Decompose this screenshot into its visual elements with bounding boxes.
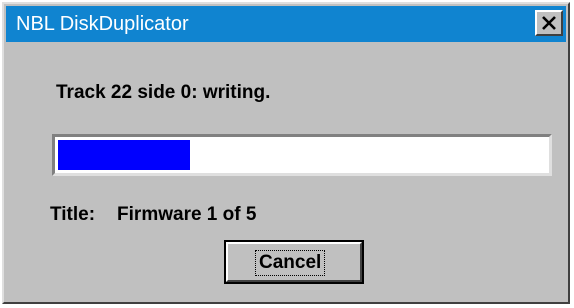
status-text: Track 22 side 0: writing.	[56, 82, 271, 103]
close-button[interactable]	[535, 10, 563, 36]
disk-title-row: Title: Firmware 1 of 5	[50, 204, 256, 226]
title-bar[interactable]: NBL DiskDuplicator	[6, 6, 566, 42]
cancel-button-bevel: Cancel	[226, 242, 362, 282]
progress-bar	[52, 134, 552, 176]
progress-fill	[58, 140, 190, 170]
cancel-button-label: Cancel	[254, 250, 326, 276]
disk-title-label: Title:	[50, 204, 96, 225]
close-icon	[542, 16, 556, 30]
window-title: NBL DiskDuplicator	[16, 13, 189, 35]
dialog-window: NBL DiskDuplicator Track 22 side 0: writ…	[2, 2, 570, 304]
cancel-button[interactable]: Cancel	[224, 240, 364, 284]
disk-title-value: Firmware 1 of 5	[117, 204, 257, 225]
